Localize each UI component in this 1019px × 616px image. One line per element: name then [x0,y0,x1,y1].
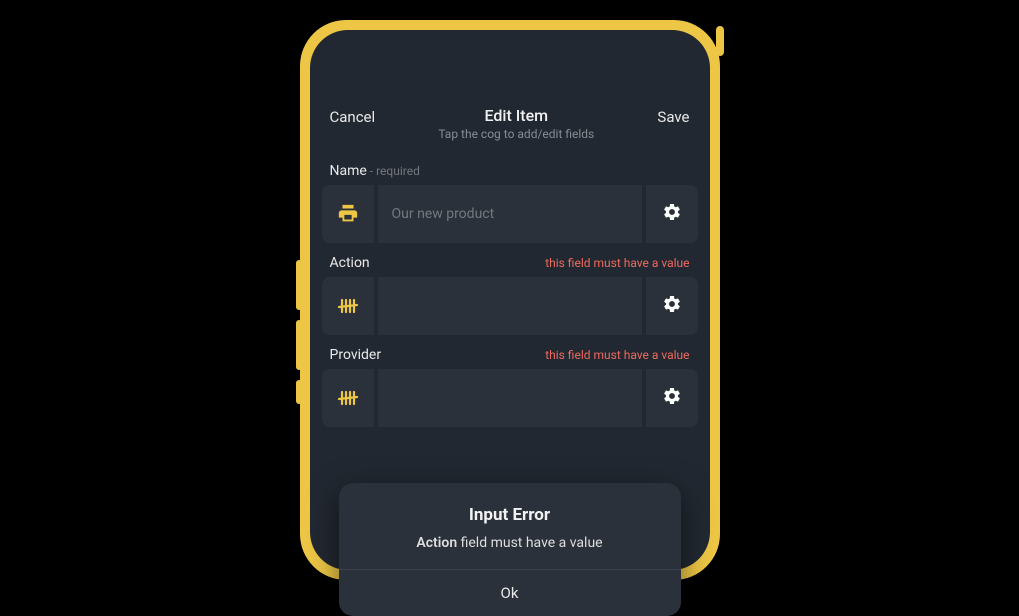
provider-settings-button[interactable] [646,369,698,427]
gear-icon [662,386,682,410]
tally-icon [322,369,374,427]
field-action: Action this field must have a value [310,243,710,335]
cancel-button[interactable]: Cancel [330,106,376,126]
provider-input[interactable] [378,369,642,427]
field-action-error: this field must have a value [545,256,689,270]
tally-icon [322,277,374,335]
phone-mute-switch [296,380,302,404]
phone-frame: Cancel Edit Item Tap the cog to add/edit… [300,20,720,580]
gear-icon [662,202,682,226]
error-modal: Input Error Action field must have a val… [339,483,681,616]
action-input[interactable] [378,277,642,335]
modal-message: Action field must have a value [359,535,661,551]
gear-icon [662,294,682,318]
name-input[interactable]: Our new product [378,185,642,243]
name-settings-button[interactable] [646,185,698,243]
page-subtitle: Tap the cog to add/edit fields [438,127,594,141]
field-provider-label: Provider [330,347,382,363]
save-button[interactable]: Save [657,106,689,126]
modal-ok-button[interactable]: Ok [339,569,681,616]
phone-volume-up [296,260,302,310]
phone-volume-down [296,320,302,370]
printer-icon [322,185,374,243]
field-provider-error: this field must have a value [545,348,689,362]
action-settings-button[interactable] [646,277,698,335]
field-action-label: Action [330,255,370,271]
field-provider: Provider this field must have a value [310,335,710,427]
field-name-label: Name - required [330,163,420,179]
field-name: Name - required Our new product [310,151,710,243]
modal-title: Input Error [359,505,661,525]
header-center: Edit Item Tap the cog to add/edit fields [438,106,594,141]
header: Cancel Edit Item Tap the cog to add/edit… [310,30,710,151]
phone-power-button [716,26,724,56]
page-title: Edit Item [438,106,594,125]
